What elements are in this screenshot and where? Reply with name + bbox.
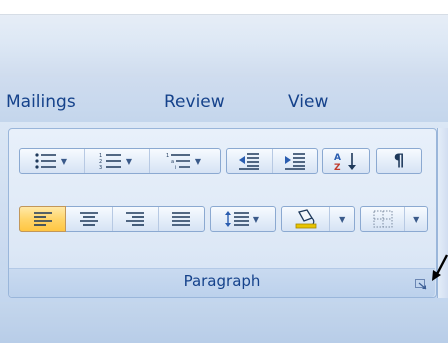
indent-button-group <box>226 148 318 174</box>
numbering-icon: 1 2 3 <box>99 152 123 170</box>
svg-text:Z: Z <box>334 163 341 171</box>
align-center-button[interactable] <box>66 207 113 231</box>
shading-icon <box>293 209 319 229</box>
alignment-button-group <box>19 206 205 232</box>
numbering-button[interactable]: 1 2 3 ▼ <box>85 149 150 173</box>
numbering-dropdown-icon[interactable]: ▼ <box>123 157 135 166</box>
shading-dropdown-icon: ▼ <box>339 214 346 224</box>
align-right-icon <box>125 211 145 227</box>
svg-text:A: A <box>334 153 341 163</box>
document-area-edge <box>0 302 448 343</box>
dialog-launcher-icon[interactable] <box>415 279 427 290</box>
shading-dropdown[interactable]: ▼ <box>330 207 354 231</box>
borders-dropdown[interactable]: ▼ <box>405 207 427 231</box>
sort-button[interactable]: A Z <box>323 149 369 173</box>
multilevel-list-icon: 1 a i <box>166 152 192 170</box>
tab-mailings[interactable]: Mailings <box>6 92 76 112</box>
increase-indent-icon <box>284 152 306 170</box>
line-spacing-button[interactable]: ▼ <box>211 207 275 231</box>
svg-text:1: 1 <box>166 153 169 159</box>
align-left-icon <box>33 211 53 227</box>
line-spacing-icon <box>224 210 250 228</box>
bullets-dropdown-icon[interactable]: ▼ <box>58 157 70 166</box>
shading-button[interactable] <box>282 207 331 231</box>
borders-button[interactable] <box>361 207 406 231</box>
tab-review[interactable]: Review <box>164 92 225 112</box>
justify-icon <box>171 211 191 227</box>
bullets-button[interactable]: ▼ <box>20 149 85 173</box>
multilevel-list-button[interactable]: 1 a i ▼ <box>150 149 220 173</box>
list-button-group: ▼ 1 2 3 ▼ 1 a i ▼ <box>19 148 221 174</box>
sort-icon: A Z <box>333 151 359 171</box>
shading-button-group: ▼ <box>281 206 355 232</box>
pointer-arrow-icon <box>432 254 448 281</box>
pilcrow-icon: ¶ <box>393 151 405 171</box>
svg-text:i: i <box>175 165 176 170</box>
align-right-button[interactable] <box>113 207 159 231</box>
svg-text:3: 3 <box>99 165 102 170</box>
decrease-indent-button[interactable] <box>227 149 273 173</box>
borders-button-group: ▼ <box>360 206 428 232</box>
borders-dropdown-icon: ▼ <box>413 214 420 224</box>
sort-button-group: A Z <box>322 148 370 174</box>
bullets-icon <box>34 152 58 170</box>
align-left-button[interactable] <box>19 206 67 232</box>
window-top-strip <box>0 0 448 15</box>
decrease-indent-icon <box>238 152 260 170</box>
increase-indent-button[interactable] <box>273 149 318 173</box>
paragraph-group-label: Paragraph <box>183 272 261 290</box>
borders-icon <box>372 209 394 229</box>
align-center-icon <box>79 211 99 227</box>
line-spacing-button-group: ▼ <box>210 206 276 232</box>
line-spacing-dropdown-icon[interactable]: ▼ <box>250 215 262 224</box>
tab-view[interactable]: View <box>288 92 328 112</box>
title-bar <box>0 15 448 77</box>
show-marks-button-group: ¶ <box>376 148 422 174</box>
svg-text:a: a <box>171 159 174 165</box>
multilevel-dropdown-icon[interactable]: ▼ <box>192 157 204 166</box>
show-marks-button[interactable]: ¶ <box>377 149 421 173</box>
justify-button[interactable] <box>159 207 204 231</box>
